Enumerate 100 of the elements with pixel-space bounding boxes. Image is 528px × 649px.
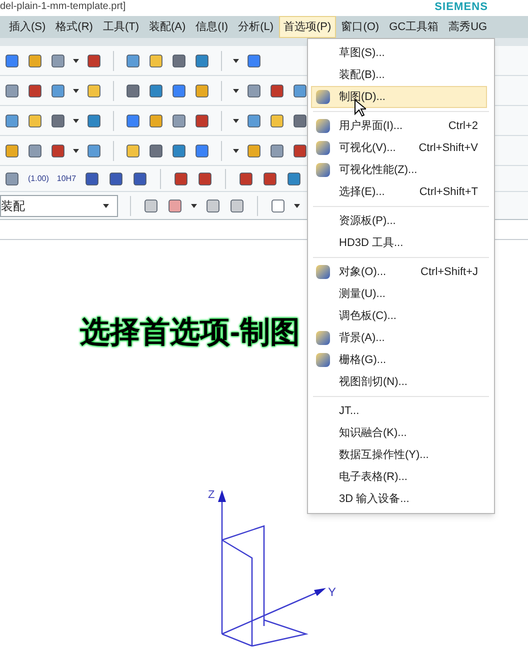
toolbar-icon[interactable]	[86, 82, 102, 98]
menu-item[interactable]: 视图剖切(N)...	[311, 371, 487, 393]
toolbar-icon[interactable]	[27, 52, 43, 68]
menu-item[interactable]: 选择(E)... Ctrl+Shift+T	[311, 181, 487, 203]
menu-bar-item[interactable]: 蒿秀UG	[444, 16, 492, 38]
menu-item[interactable]: 调色板(C)...	[311, 305, 487, 327]
toolbar-icon[interactable]	[292, 112, 308, 128]
menu-item[interactable]: 装配(B)...	[311, 64, 487, 86]
menu-item[interactable]: 背景(A)...	[311, 327, 487, 349]
toolbar-icon[interactable]	[171, 112, 187, 128]
tolerance-label[interactable]: 10H7	[56, 172, 76, 184]
caret-icon[interactable]	[73, 148, 79, 152]
toolbar-icon[interactable]	[4, 82, 20, 98]
caret-icon[interactable]	[73, 58, 79, 62]
toolbar-icon[interactable]	[229, 198, 245, 214]
menu-bar-item[interactable]: 格式(R)	[50, 16, 98, 38]
menu-item[interactable]: 可视化性能(Z)...	[311, 159, 487, 181]
toolbar-icon[interactable]	[27, 82, 43, 98]
toolbar-icon[interactable]	[86, 52, 102, 68]
menu-item[interactable]: 测量(U)...	[311, 283, 487, 305]
menu-item[interactable]: 草图(S)...	[311, 42, 487, 64]
toolbar-icon[interactable]	[50, 52, 66, 68]
menu-item[interactable]: 知识融合(K)...	[311, 422, 487, 444]
z-axis-label: Z	[208, 489, 215, 501]
tolerance-icon[interactable]	[84, 170, 100, 186]
toolbar-icon[interactable]	[270, 198, 286, 214]
toolbar-icon[interactable]	[292, 82, 308, 98]
toolbar-icon[interactable]	[269, 82, 285, 98]
tolerance-icon[interactable]	[132, 170, 148, 186]
toolbar-icon[interactable]	[86, 142, 102, 158]
caret-icon[interactable]	[73, 118, 79, 122]
toolbar-icon[interactable]	[194, 112, 210, 128]
menu-item-icon	[316, 119, 330, 133]
toolbar-icon[interactable]	[238, 170, 254, 186]
caret-icon[interactable]	[233, 148, 239, 152]
caret-icon[interactable]	[233, 58, 239, 62]
caret-icon[interactable]	[103, 204, 109, 208]
tolerance-label[interactable]: (1.00)	[28, 172, 49, 184]
toolbar-icon[interactable]	[205, 198, 221, 214]
toolbar-icon[interactable]	[27, 112, 43, 128]
toolbar-icon[interactable]	[50, 142, 66, 158]
toolbar-icon[interactable]	[148, 52, 164, 68]
toolbar-icon[interactable]	[286, 170, 302, 186]
menu-bar-item[interactable]: 信息(I)	[190, 16, 234, 38]
toolbar-icon[interactable]	[246, 52, 262, 68]
toolbar-icon[interactable]	[269, 142, 285, 158]
toolbar-icon[interactable]	[4, 112, 20, 128]
toolbar-icon[interactable]	[4, 52, 20, 68]
toolbar-icon[interactable]	[125, 142, 141, 158]
menu-item[interactable]: 对象(O)... Ctrl+Shift+J	[311, 261, 487, 283]
toolbar-icon[interactable]	[50, 112, 66, 128]
toolbar-icon[interactable]	[171, 82, 187, 98]
shortcut-label: Ctrl+Shift+V	[418, 140, 478, 156]
menu-item[interactable]: 资源板(P)...	[311, 210, 487, 232]
toolbar-icon[interactable]	[4, 142, 20, 158]
tolerance-icon[interactable]	[108, 170, 124, 186]
toolbar-icon[interactable]	[27, 142, 43, 158]
toolbar-icon[interactable]	[148, 142, 164, 158]
toolbar-icon[interactable]	[143, 198, 159, 214]
toolbar-icon[interactable]	[171, 142, 187, 158]
toolbar-icon[interactable]	[148, 112, 164, 128]
toolbar-icon[interactable]	[171, 52, 187, 68]
menu-bar-item[interactable]: 窗口(O)	[336, 16, 384, 38]
menu-item[interactable]: HD3D 工具...	[311, 232, 487, 254]
toolbar-icon[interactable]	[125, 52, 141, 68]
menu-bar-item[interactable]: 工具(T)	[98, 16, 144, 38]
filter-dropdown[interactable]: 装配	[0, 194, 118, 216]
toolbar-icon[interactable]	[246, 82, 262, 98]
toolbar-icon[interactable]	[292, 142, 308, 158]
toolbar-icon[interactable]	[167, 198, 183, 214]
toolbar-icon[interactable]	[262, 170, 278, 186]
toolbar-icon[interactable]	[194, 52, 210, 68]
caret-icon[interactable]	[73, 88, 79, 92]
menu-item[interactable]: JT...	[311, 400, 487, 422]
menu-item[interactable]: 数据互操作性(Y)...	[311, 444, 487, 466]
menu-bar-item[interactable]: 装配(A)	[144, 16, 191, 38]
menu-bar-item[interactable]: 首选项(P)	[278, 16, 336, 38]
toolbar-icon[interactable]	[246, 142, 262, 158]
caret-icon[interactable]	[191, 204, 197, 208]
toolbar-icon[interactable]	[194, 142, 210, 158]
menu-item[interactable]: 3D 输入设备...	[311, 488, 487, 510]
toolbar-icon[interactable]	[269, 112, 285, 128]
caret-icon[interactable]	[233, 88, 239, 92]
toolbar-icon[interactable]	[50, 82, 66, 98]
menu-item[interactable]: 电子表格(R)...	[311, 466, 487, 488]
menu-bar-item[interactable]: 插入(S)	[4, 16, 51, 38]
toolbar-icon[interactable]	[86, 112, 102, 128]
toolbar-icon[interactable]	[246, 112, 262, 128]
menu-bar-item[interactable]: GC工具箱	[384, 16, 444, 38]
toolbar-icon[interactable]	[4, 170, 20, 186]
toolbar-icon[interactable]	[197, 170, 214, 186]
toolbar-icon[interactable]	[194, 82, 210, 98]
menu-item[interactable]: 栅格(G)...	[311, 349, 487, 371]
toolbar-icon[interactable]	[125, 82, 141, 98]
toolbar-icon[interactable]	[173, 170, 190, 186]
toolbar-icon[interactable]	[125, 112, 141, 128]
caret-icon[interactable]	[294, 204, 300, 208]
toolbar-icon[interactable]	[148, 82, 164, 98]
caret-icon[interactable]	[233, 118, 239, 122]
menu-bar-item[interactable]: 分析(L)	[233, 16, 279, 38]
